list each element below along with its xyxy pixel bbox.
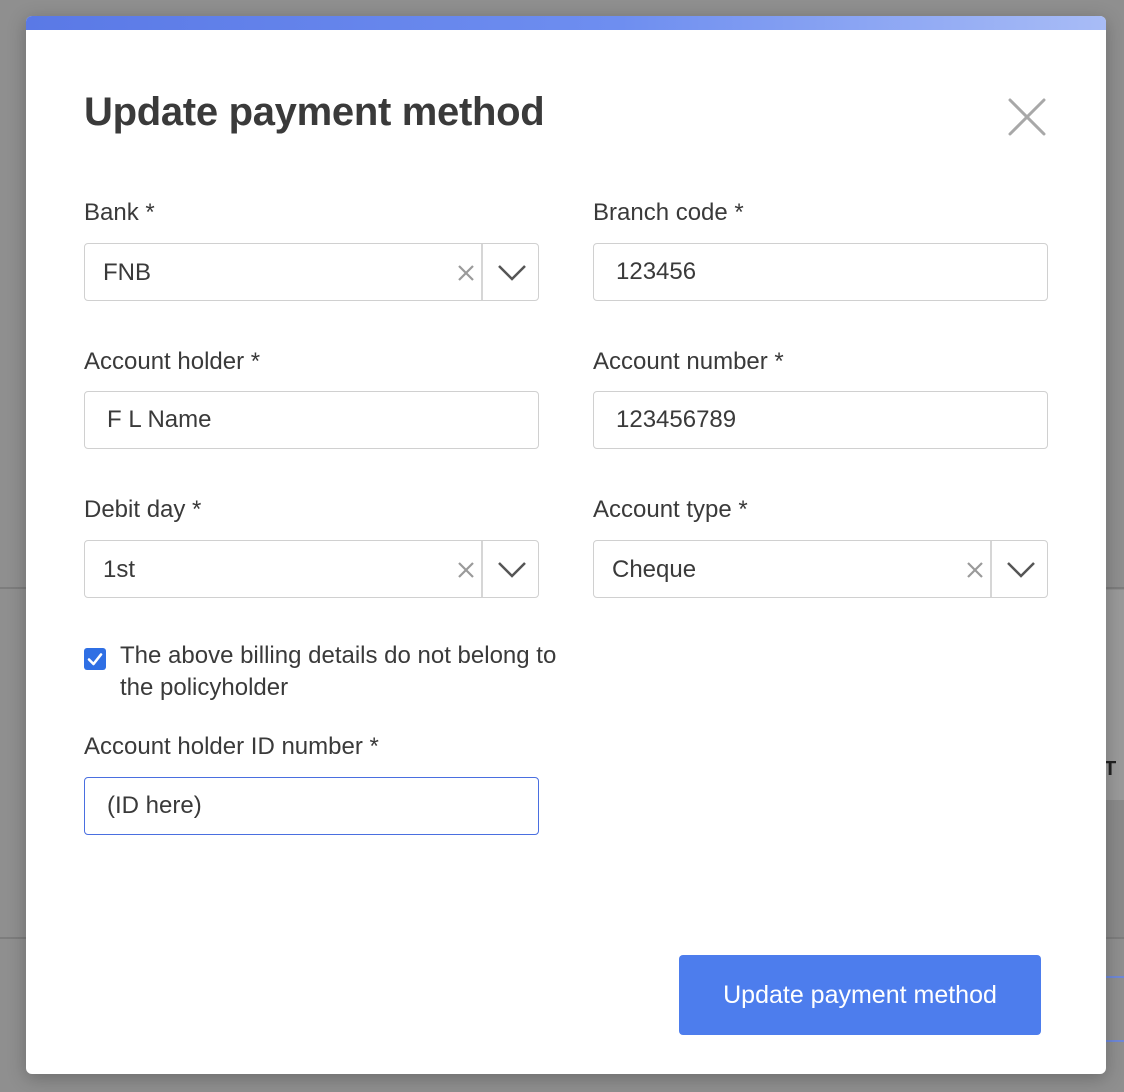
branch-code-label: Branch code *	[593, 199, 744, 226]
account-number-field[interactable]	[593, 391, 1048, 449]
clear-icon[interactable]	[962, 557, 988, 583]
chevron-down-icon[interactable]	[994, 541, 1048, 597]
bank-selected-value: FNB	[103, 259, 151, 286]
modal-title: Update payment method	[84, 90, 545, 134]
branch-code-field[interactable]	[593, 243, 1048, 301]
account-holder-id-label: Account holder ID number *	[84, 733, 379, 760]
bank-label: Bank *	[84, 199, 155, 226]
select-separator	[481, 541, 483, 597]
account-holder-field[interactable]	[84, 391, 539, 449]
checkmark-icon	[87, 653, 103, 666]
account-holder-label: Account holder *	[84, 348, 261, 375]
chevron-down-icon[interactable]	[485, 541, 539, 597]
modal-accent-bar	[26, 16, 1106, 30]
not-policyholder-checkbox[interactable]	[84, 648, 106, 670]
select-separator	[990, 541, 992, 597]
clear-icon[interactable]	[453, 557, 479, 583]
debit-day-label: Debit day *	[84, 496, 202, 523]
account-type-select[interactable]: Cheque	[593, 540, 1048, 598]
close-icon[interactable]	[1006, 96, 1048, 138]
bank-select[interactable]: FNB	[84, 243, 539, 301]
clear-icon[interactable]	[453, 260, 479, 286]
not-policyholder-label[interactable]: The above billing details do not belong …	[120, 640, 560, 704]
account-holder-id-field[interactable]	[84, 777, 539, 835]
background-panel	[1106, 800, 1124, 937]
background-accent-line	[1106, 976, 1124, 978]
update-payment-modal: Update payment method Bank * FNB Branch …	[26, 16, 1106, 1074]
background-accent-line	[1106, 1040, 1124, 1042]
debit-day-selected-value: 1st	[103, 556, 136, 583]
account-number-label: Account number *	[593, 348, 784, 375]
update-payment-button[interactable]: Update payment method	[679, 955, 1041, 1035]
account-type-label: Account type *	[593, 496, 748, 523]
debit-day-select[interactable]: 1st	[84, 540, 539, 598]
account-type-selected-value: Cheque	[612, 556, 697, 583]
chevron-down-icon[interactable]	[485, 244, 539, 300]
select-separator	[481, 244, 483, 300]
